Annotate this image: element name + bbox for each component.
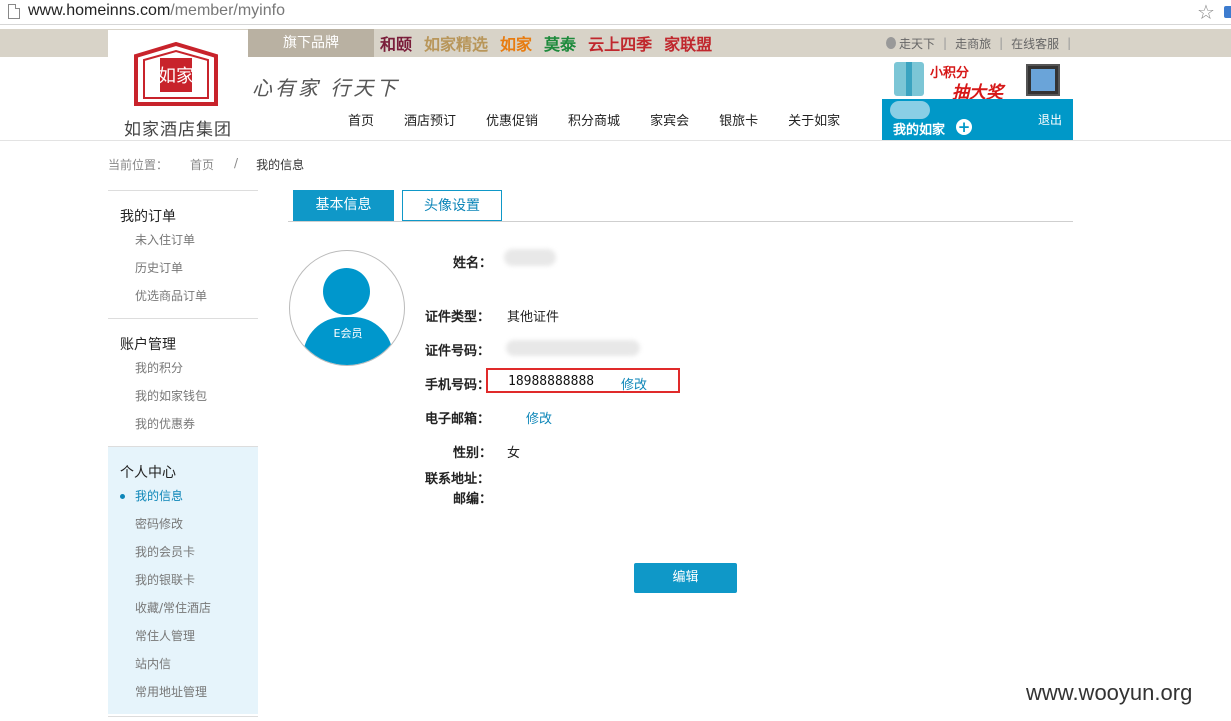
zip-label: 邮编：: [453, 492, 493, 507]
logout-link[interactable]: 退出: [1038, 111, 1062, 128]
sidebar-item-frequent-guests[interactable]: 常住人管理: [135, 622, 258, 650]
breadcrumb-separator: /: [234, 156, 239, 170]
brand-item[interactable]: 和颐: [380, 31, 412, 55]
top-link-zoushanglv[interactable]: 走商旅: [955, 35, 991, 52]
brand-item[interactable]: 如家精选: [424, 31, 488, 55]
tab-underline: [288, 221, 1073, 222]
sidebar-item-unionpay-card[interactable]: 我的银联卡: [135, 566, 258, 594]
brand-item[interactable]: 莫泰: [544, 31, 576, 55]
edit-button[interactable]: 编辑: [634, 563, 737, 593]
sidebar-item-history-orders[interactable]: 历史订单: [135, 254, 258, 282]
phone-label: 手机号码：: [425, 378, 491, 393]
logo-text: 如家酒店集团: [124, 120, 232, 140]
avatar-bubble: [890, 101, 930, 119]
sidebar-group-title: 账户管理: [120, 337, 176, 353]
nav-promotions[interactable]: 优惠促销: [486, 110, 538, 129]
nav-about[interactable]: 关于如家: [788, 110, 840, 129]
plus-circle-icon[interactable]: +: [956, 119, 972, 135]
address-label: 联系地址：: [425, 472, 491, 487]
sidebar-item-pending-orders[interactable]: 未入住订单: [135, 226, 258, 254]
my-homeinns-link[interactable]: 我的如家: [893, 119, 945, 138]
url-text[interactable]: www.homeinns.com/member/myinfo: [28, 2, 285, 20]
sidebar-item-coupons[interactable]: 我的优惠券: [135, 410, 258, 438]
sidebar-item-points[interactable]: 我的积分: [135, 354, 258, 382]
nav-home[interactable]: 首页: [348, 110, 374, 129]
email-modify-link[interactable]: 修改: [526, 408, 552, 427]
sidebar-item-member-card[interactable]: 我的会员卡: [135, 538, 258, 566]
name-label: 姓名：: [453, 256, 493, 271]
gender-value: 女: [507, 446, 521, 461]
sidebar: 我的订单 未入住订单 历史订单 优选商品订单 账户管理 我的积分 我的如家钱包 …: [108, 190, 258, 714]
tab-bar: 基本信息 头像设置: [293, 190, 510, 221]
sidebar-group-title: 我的订单: [120, 209, 176, 225]
divider: |: [999, 36, 1004, 50]
phone-modify-link[interactable]: 修改: [621, 374, 647, 393]
page-icon: [8, 4, 20, 19]
extension-icon[interactable]: [1224, 6, 1231, 18]
sidebar-group-personal: 个人中心 我的信息 密码修改 我的会员卡 我的银联卡 收藏/常住酒店 常住人管理…: [108, 446, 258, 714]
divider: |: [943, 36, 948, 50]
brand-item[interactable]: 家联盟: [664, 31, 712, 55]
idtype-value: 其他证件: [507, 310, 560, 325]
phone-value: 18988888888: [508, 374, 595, 389]
top-link-zoutianxia[interactable]: 走天下: [899, 35, 935, 52]
brand-flag-label: 旗下品牌: [248, 29, 374, 57]
promo-banner[interactable]: 小积分 抽大奖: [892, 60, 1072, 103]
logo[interactable]: 如家 如家酒店集团: [108, 30, 248, 140]
sidebar-item-my-info[interactable]: 我的信息: [120, 482, 258, 510]
brand-item[interactable]: 如家: [500, 31, 532, 55]
idno-value-redacted: [506, 340, 640, 356]
sidebar-item-favorite-hotels[interactable]: 收藏/常住酒店: [135, 594, 258, 622]
sidebar-item-wallet[interactable]: 我的如家钱包: [135, 382, 258, 410]
nav-bank-card[interactable]: 银旅卡: [719, 110, 758, 129]
watermark: www.wooyun.org: [1026, 680, 1193, 705]
sidebar-item-password[interactable]: 密码修改: [135, 510, 258, 538]
nav-points-mall[interactable]: 积分商城: [568, 110, 620, 129]
tab-basic-info[interactable]: 基本信息: [293, 190, 394, 221]
idno-label: 证件号码：: [425, 344, 491, 359]
breadcrumb-current: 我的信息: [256, 158, 305, 172]
breadcrumb-home[interactable]: 首页: [190, 156, 214, 173]
breadcrumb: 当前位置： 首页 / 我的信息: [108, 156, 304, 173]
sidebar-bottom-divider: [108, 716, 258, 717]
url-path: /member/myinfo: [170, 2, 285, 19]
sidebar-item-addresses[interactable]: 常用地址管理: [135, 678, 258, 706]
tablet-icon: [1026, 64, 1060, 96]
brand-item[interactable]: 云上四季: [588, 31, 652, 55]
top-links: 走天下 | 走商旅 | 在线客服 |: [886, 29, 1079, 57]
breadcrumb-prefix: 当前位置：: [108, 158, 169, 172]
svg-text:如家: 如家: [158, 66, 194, 87]
main-nav: 首页 酒店预订 优惠促销 积分商城 家宾会 银旅卡 关于如家: [348, 110, 870, 129]
sidebar-item-messages[interactable]: 站内信: [135, 650, 258, 678]
avatar-head: [323, 268, 370, 315]
bookmark-star-icon[interactable]: ☆: [1197, 0, 1215, 24]
email-label: 电子邮箱：: [425, 412, 491, 427]
brand-list: 和颐 如家精选 如家 莫泰 云上四季 家联盟: [380, 29, 712, 57]
location-pin-icon: [886, 37, 896, 49]
avatar: E会员: [289, 250, 405, 366]
top-link-online-service[interactable]: 在线客服: [1011, 35, 1059, 52]
tab-avatar-settings[interactable]: 头像设置: [402, 190, 502, 221]
my-homeinns-box: 我的如家 + 退出: [882, 99, 1073, 140]
name-value-redacted: [504, 249, 556, 266]
avatar-body: E会员: [303, 317, 393, 365]
member-level-label: E会员: [333, 327, 363, 340]
sidebar-item-product-orders[interactable]: 优选商品订单: [135, 282, 258, 310]
browser-address-bar[interactable]: www.homeinns.com/member/myinfo ☆: [0, 0, 1231, 25]
logo-house-icon: 如家: [134, 42, 218, 106]
gender-label: 性别：: [453, 446, 493, 461]
sidebar-group-title: 个人中心: [120, 465, 176, 481]
gift-box-icon: [894, 62, 924, 96]
slogan: 心有家 行天下: [252, 76, 400, 100]
header-divider: [0, 140, 1231, 141]
divider: |: [1067, 36, 1072, 50]
sidebar-group-account: 账户管理 我的积分 我的如家钱包 我的优惠券: [108, 318, 258, 446]
sidebar-group-orders: 我的订单 未入住订单 历史订单 优选商品订单: [108, 190, 258, 318]
nav-member-club[interactable]: 家宾会: [650, 110, 689, 129]
nav-hotel-booking[interactable]: 酒店预订: [404, 110, 456, 129]
idtype-label: 证件类型：: [425, 310, 491, 325]
url-host: www.homeinns.com: [28, 2, 171, 19]
